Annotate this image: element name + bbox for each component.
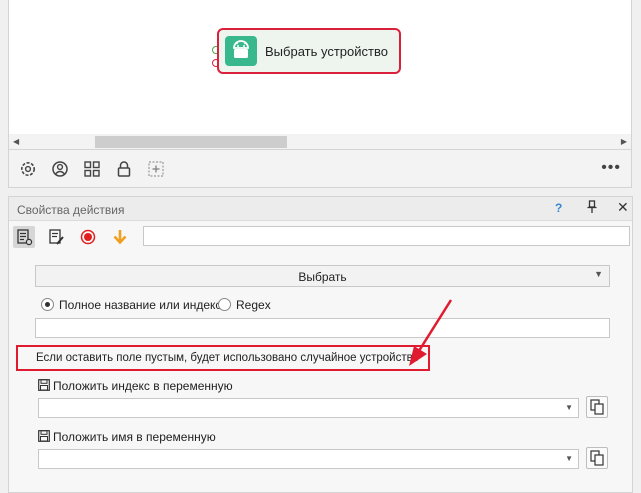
hint-text: Если оставить поле пустым, будет использ… <box>36 352 419 364</box>
edit-icon[interactable] <box>45 226 67 248</box>
device-select-dropdown[interactable]: Выбрать ▼ <box>35 265 610 287</box>
copy-icon <box>587 399 607 420</box>
canvas-toolbar: ••• <box>8 150 632 188</box>
pin-icon[interactable] <box>587 200 597 217</box>
annotation-arrow-icon <box>409 299 453 366</box>
settings-gear-icon[interactable] <box>19 160 37 178</box>
device-name-input[interactable] <box>35 318 610 338</box>
more-options-icon[interactable]: ••• <box>601 159 621 177</box>
scroll-right-arrow-icon[interactable]: ▶ <box>621 137 627 146</box>
radio-selected-dot <box>45 302 50 307</box>
radio-regex[interactable] <box>218 298 231 311</box>
action-toolbar <box>9 222 632 250</box>
properties-icon[interactable] <box>13 226 35 248</box>
copy-icon <box>587 450 607 471</box>
node-title: Выбрать устройство <box>265 44 388 59</box>
android-icon <box>225 36 257 66</box>
save-index-label: Положить индекс в переменную <box>53 379 233 393</box>
panel-title: Свойства действия <box>17 203 125 217</box>
radio-full-name-label: Полное название или индекс: <box>59 298 225 312</box>
user-circle-icon[interactable] <box>51 160 69 178</box>
action-properties-panel: Свойства действия ? ✕ Выбрать ▼ Полное н… <box>8 196 633 493</box>
chevron-down-icon[interactable]: ▼ <box>565 403 573 412</box>
scroll-left-arrow-icon[interactable]: ◀ <box>13 137 19 146</box>
floppy-disk-icon <box>38 379 50 391</box>
save-index-variable-combo[interactable]: ▼ <box>38 398 579 418</box>
download-arrow-icon[interactable] <box>109 226 131 248</box>
copy-name-button[interactable] <box>586 447 608 469</box>
scrollbar-thumb[interactable] <box>95 136 287 148</box>
close-icon[interactable]: ✕ <box>617 199 629 216</box>
canvas-horizontal-scrollbar[interactable]: ◀ ▶ <box>8 134 632 150</box>
action-node[interactable]: Выбрать устройство <box>217 28 401 74</box>
action-search-input[interactable] <box>143 226 630 246</box>
record-icon[interactable] <box>77 226 99 248</box>
save-name-label: Положить имя в переменную <box>53 430 216 444</box>
help-button[interactable]: ? <box>555 201 562 215</box>
chevron-down-icon: ▼ <box>594 269 603 279</box>
workflow-canvas[interactable]: Выбрать устройство <box>8 0 632 134</box>
copy-index-button[interactable] <box>586 396 608 418</box>
panel-header: Свойства действия ? ✕ <box>9 197 632 221</box>
add-block-icon[interactable] <box>147 160 165 178</box>
radio-full-name[interactable] <box>41 298 54 311</box>
lock-icon[interactable] <box>115 160 133 178</box>
floppy-disk-icon <box>38 430 50 442</box>
radio-regex-label: Regex <box>236 298 271 312</box>
select-value: Выбрать <box>298 270 347 284</box>
chevron-down-icon[interactable]: ▼ <box>565 454 573 463</box>
save-name-variable-combo[interactable]: ▼ <box>38 449 579 469</box>
grid-icon[interactable] <box>83 160 101 178</box>
hint-highlight-box: Если оставить поле пустым, будет использ… <box>16 345 430 371</box>
